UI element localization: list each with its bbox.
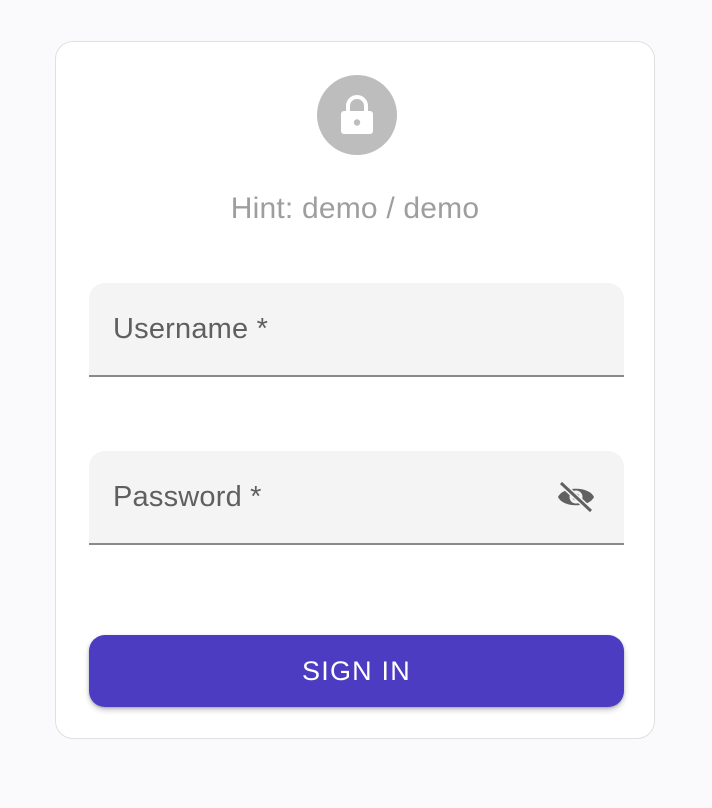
login-card: Hint: demo / demo Username * Password * … [55, 41, 655, 739]
login-hint: Hint: demo / demo [230, 192, 480, 225]
eye-off-icon [558, 481, 594, 513]
password-field[interactable]: Password * [89, 451, 624, 545]
password-input[interactable] [113, 479, 557, 521]
username-field[interactable]: Username * [89, 283, 624, 377]
password-visibility-toggle[interactable] [554, 477, 598, 517]
lock-icon [341, 95, 373, 134]
sign-in-button[interactable]: SIGN IN [89, 635, 624, 707]
lock-avatar [317, 75, 397, 155]
username-input[interactable] [113, 311, 557, 353]
